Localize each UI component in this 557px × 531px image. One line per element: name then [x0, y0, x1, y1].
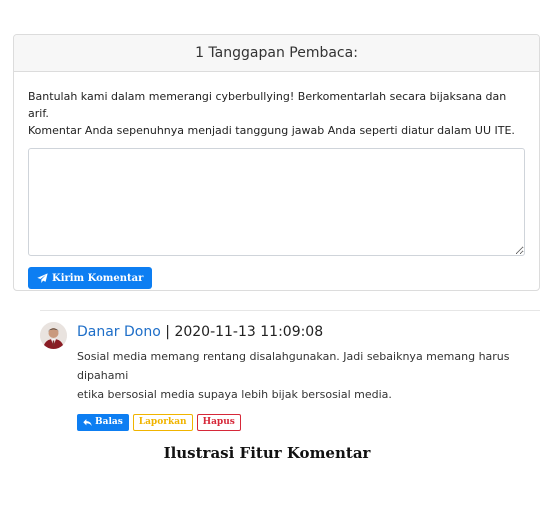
user-avatar-icon: [40, 322, 67, 349]
comment-timestamp: 2020-11-13 11:09:08: [174, 324, 324, 340]
notice-line-1: Bantulah kami dalam memerangi cyberbully…: [28, 90, 507, 120]
comment-meta: Danar Dono | 2020-11-13 11:09:08: [77, 322, 547, 342]
comment-text: Sosial media memang rentang disalahgunak…: [77, 347, 547, 404]
reply-button[interactable]: Balas: [77, 414, 129, 431]
paper-plane-icon: [37, 272, 48, 283]
reply-icon: [83, 419, 92, 427]
comment-author-link[interactable]: Danar Dono: [77, 324, 161, 340]
meta-separator: |: [160, 324, 175, 340]
comment-actions: Balas Laporkan Hapus: [77, 414, 547, 431]
report-button[interactable]: Laporkan: [132, 414, 193, 431]
comment-form-card: 1 Tanggapan Pembaca: Bantulah kami dalam…: [13, 34, 540, 291]
reply-label: Balas: [95, 417, 123, 427]
figure-caption: Ilustrasi Fitur Komentar: [163, 444, 371, 462]
submit-comment-label: Kirim Komentar: [52, 272, 144, 284]
notice-line-2: Komentar Anda sepenuhnya menjadi tanggun…: [28, 124, 515, 137]
comments-header: 1 Tanggapan Pembaca:: [14, 35, 539, 72]
delete-button[interactable]: Hapus: [196, 414, 241, 431]
submit-comment-button[interactable]: Kirim Komentar: [28, 267, 153, 289]
comment-text-line-1: Sosial media memang rentang disalahgunak…: [77, 350, 510, 382]
comment-divider: [40, 310, 540, 311]
comment-text-line-2: etika bersosial media supaya lebih bijak…: [77, 388, 392, 401]
comment-form-body: Bantulah kami dalam memerangi cyberbully…: [14, 72, 539, 289]
notice-text: Bantulah kami dalam memerangi cyberbully…: [28, 88, 525, 139]
comment-content: Danar Dono | 2020-11-13 11:09:08 Sosial …: [77, 322, 547, 431]
avatar: [40, 322, 67, 349]
comment-textarea[interactable]: [28, 148, 525, 256]
